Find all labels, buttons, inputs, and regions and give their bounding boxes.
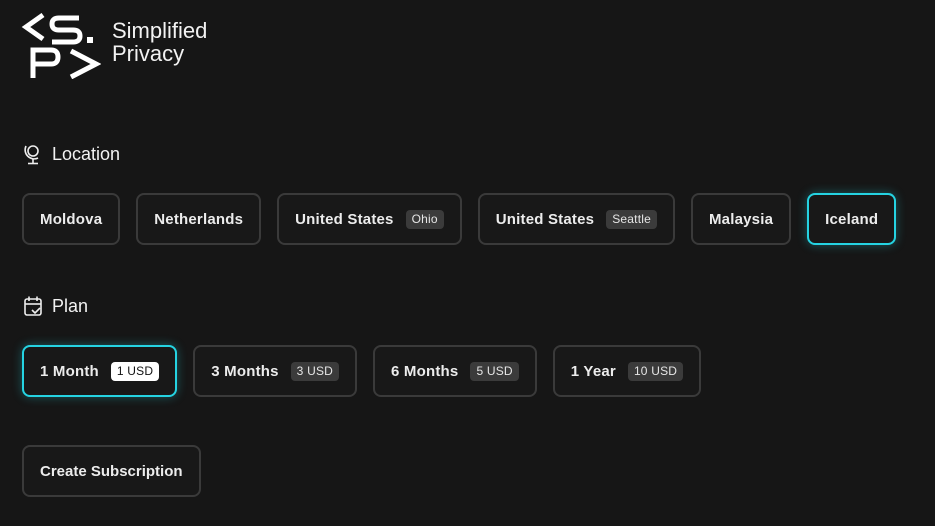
plan-option-1-year[interactable]: 1 Year 10 USD	[552, 345, 702, 397]
sp-logo-icon	[21, 13, 101, 79]
plan-section-title: Plan	[23, 295, 88, 317]
location-option-label: Netherlands	[154, 210, 244, 228]
location-option-iceland[interactable]: Iceland	[807, 193, 897, 245]
location-option-moldova[interactable]: Moldova	[22, 193, 121, 245]
brand-line-2: Privacy	[112, 41, 185, 66]
location-option-us-ohio[interactable]: United States Ohio	[277, 193, 462, 245]
location-region-badge: Ohio	[405, 209, 444, 229]
location-option-label: United States	[495, 210, 595, 228]
brand-line-1: Simplified	[112, 18, 208, 43]
location-option-label: Iceland	[825, 210, 879, 228]
plan-options: 1 Month 1 USD 3 Months 3 USD 6 Months 5 …	[22, 345, 702, 397]
location-option-malaysia[interactable]: Malaysia	[690, 193, 792, 245]
calendar-check-icon	[24, 296, 42, 316]
location-option-label: Malaysia	[708, 210, 774, 228]
plan-price-badge: 5 USD	[470, 361, 519, 381]
location-option-us-seattle[interactable]: United States Seattle	[477, 193, 675, 245]
plan-option-1-month[interactable]: 1 Month 1 USD	[22, 345, 178, 397]
location-title-label: Location	[52, 143, 121, 164]
plan-option-label: 3 Months	[211, 362, 279, 380]
location-option-netherlands[interactable]: Netherlands	[136, 193, 262, 245]
plan-option-6-months[interactable]: 6 Months 5 USD	[373, 345, 537, 397]
plan-price-badge: 1 USD	[110, 361, 160, 381]
brand-name: Simplified Privacy	[112, 19, 207, 65]
plan-price-badge: 3 USD	[290, 361, 340, 381]
location-section-title: Location	[23, 143, 120, 165]
plan-price-badge: 10 USD	[627, 361, 684, 381]
location-options: Moldova Netherlands United States Ohio U…	[22, 193, 897, 245]
plan-option-label: 6 Months	[391, 362, 459, 380]
create-subscription-button[interactable]: Create Subscription	[22, 445, 201, 497]
plan-option-label: 1 Month	[40, 362, 99, 380]
brand-header: Simplified Privacy	[21, 13, 207, 79]
globe-stand-icon	[24, 145, 39, 165]
plan-option-3-months[interactable]: 3 Months 3 USD	[193, 345, 358, 397]
location-option-label: Moldova	[40, 210, 103, 228]
location-option-label: United States	[295, 210, 394, 228]
plan-title-label: Plan	[52, 295, 89, 316]
plan-option-label: 1 Year	[570, 362, 616, 380]
location-region-badge: Seattle	[606, 209, 657, 229]
